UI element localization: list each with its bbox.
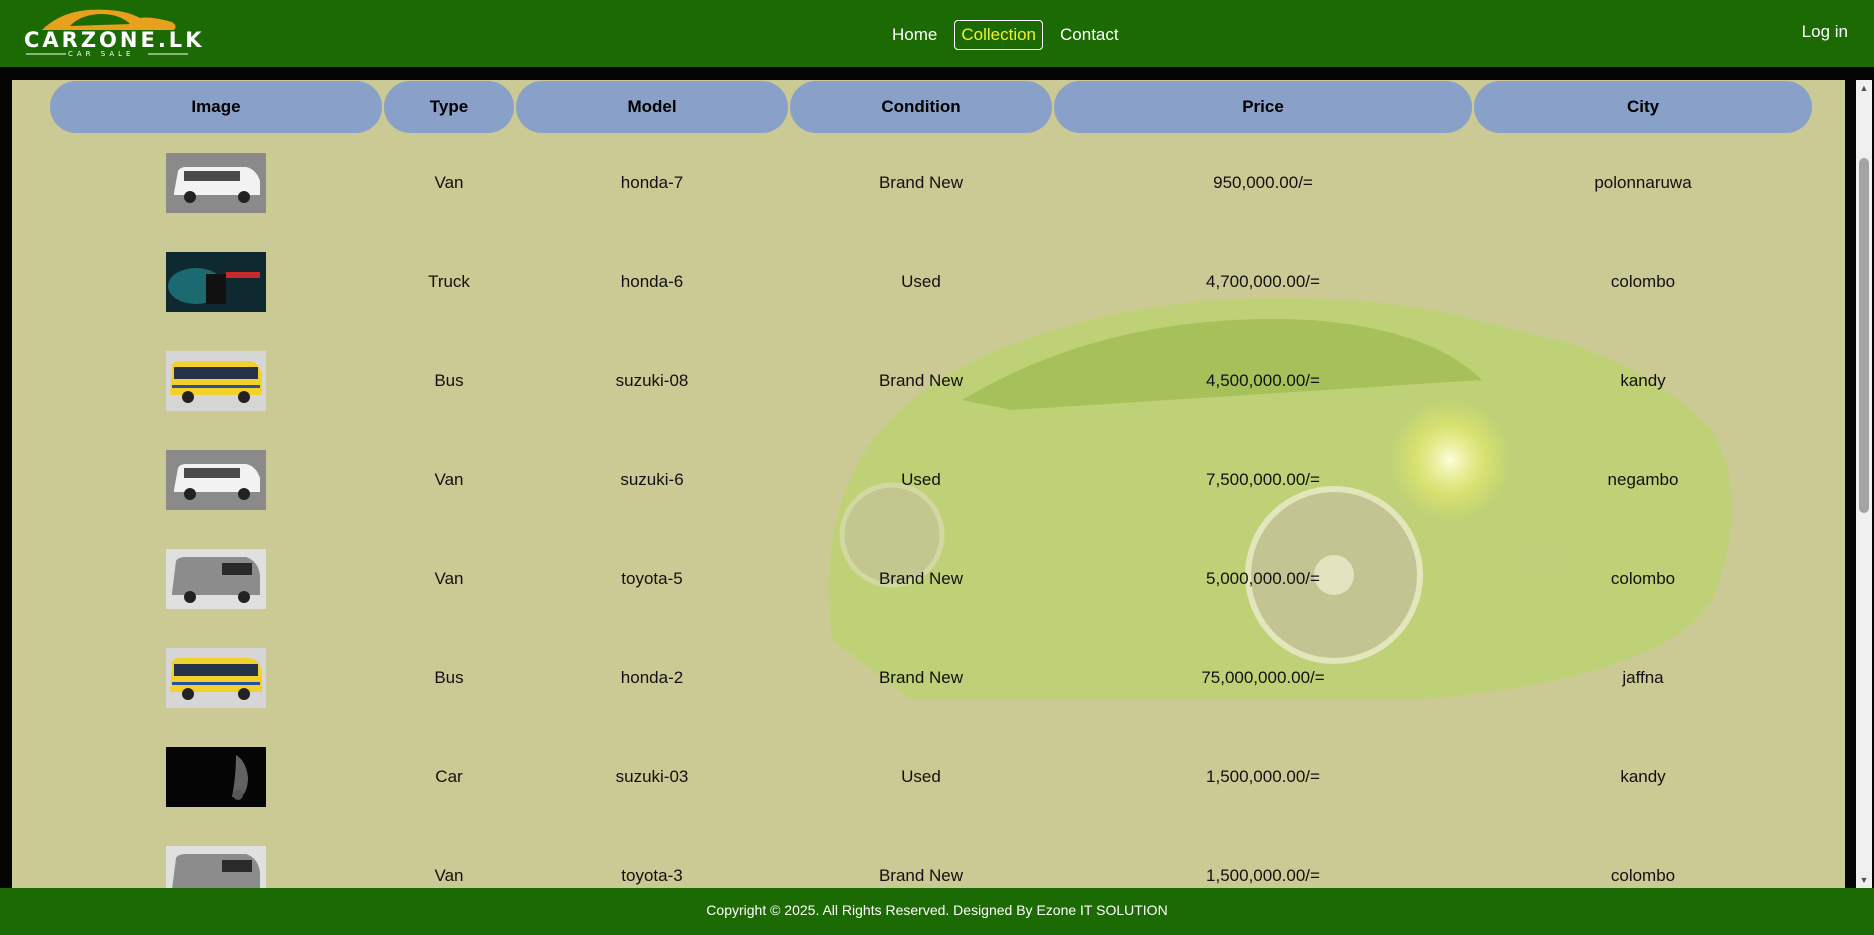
van-thumbnail xyxy=(166,152,266,213)
row-model: suzuki-08 xyxy=(615,370,689,390)
vehicle-table: Image Type Model Condition Price City Va… xyxy=(48,81,1814,888)
row-condition: Brand New xyxy=(878,172,964,192)
truck-thumbnail xyxy=(166,251,266,312)
van-thumbnail xyxy=(166,449,266,510)
row-condition: Used xyxy=(901,469,941,489)
header-image: Image xyxy=(50,81,382,133)
scroll-up-icon[interactable]: ▲ xyxy=(1856,80,1872,96)
page-scrollbar[interactable]: ▲ ▼ xyxy=(1856,80,1872,888)
row-price: 75,000,000.00/= xyxy=(1201,667,1325,687)
bus-thumbnail xyxy=(166,350,266,411)
table-row[interactable]: Truck honda-6 Used 4,700,000.00/= colomb… xyxy=(50,232,1812,331)
site-footer: Copyright © 2025. All Rights Reserved. D… xyxy=(0,888,1874,935)
header-type: Type xyxy=(384,81,514,133)
row-condition: Brand New xyxy=(878,568,964,588)
header-city: City xyxy=(1474,81,1812,133)
row-image-cell xyxy=(50,727,382,826)
login-link[interactable]: Log in xyxy=(1802,22,1848,42)
row-image-cell xyxy=(50,826,382,888)
row-model: toyota-3 xyxy=(621,865,683,885)
row-type: Bus xyxy=(434,667,464,687)
row-type: Truck xyxy=(428,271,470,291)
header-price: Price xyxy=(1054,81,1472,133)
nav-home[interactable]: Home xyxy=(885,20,944,50)
bus-thumbnail xyxy=(166,647,266,708)
header-model: Model xyxy=(516,81,788,133)
table-row[interactable]: Bus honda-2 Brand New 75,000,000.00/= ja… xyxy=(50,628,1812,727)
row-type: Van xyxy=(434,865,464,885)
main-nav: Home Collection Contact xyxy=(885,20,1136,50)
header-condition: Condition xyxy=(790,81,1052,133)
row-city: negambo xyxy=(1607,469,1679,489)
row-model: honda-7 xyxy=(620,172,684,192)
car-thumbnail xyxy=(166,746,266,807)
row-model: suzuki-03 xyxy=(615,766,689,786)
site-header: CARZONE.LK CAR SALE Home Collection Cont… xyxy=(0,0,1874,67)
row-type: Van xyxy=(434,469,464,489)
table-row[interactable]: Van honda-7 Brand New 950,000.00/= polon… xyxy=(50,133,1812,232)
nav-contact[interactable]: Contact xyxy=(1053,20,1126,50)
table-row[interactable]: Van suzuki-6 Used 7,500,000.00/= negambo xyxy=(50,430,1812,529)
row-city: kandy xyxy=(1620,766,1666,786)
row-model: honda-2 xyxy=(620,667,684,687)
table-row[interactable]: Bus suzuki-08 Brand New 4,500,000.00/= k… xyxy=(50,331,1812,430)
table-row[interactable]: Van toyota-5 Brand New 5,000,000.00/= co… xyxy=(50,529,1812,628)
row-condition: Brand New xyxy=(878,667,964,687)
van-thumbnail xyxy=(166,845,266,888)
row-city: colombo xyxy=(1610,865,1676,885)
row-price: 1,500,000.00/= xyxy=(1206,865,1320,885)
row-price: 5,000,000.00/= xyxy=(1206,568,1320,588)
footer-copyright: Copyright © 2025. All Rights Reserved. D… xyxy=(706,902,1168,918)
row-image-cell xyxy=(50,133,382,232)
logo-text: CARZONE.LK xyxy=(24,28,205,52)
row-price: 950,000.00/= xyxy=(1213,172,1313,192)
row-city: polonnaruwa xyxy=(1594,172,1692,192)
collection-panel: Image Type Model Condition Price City Va… xyxy=(12,80,1845,888)
logo-tagline: CAR SALE xyxy=(68,50,135,58)
row-price: 1,500,000.00/= xyxy=(1206,766,1320,786)
table-row[interactable]: Van toyota-3 Brand New 1,500,000.00/= co… xyxy=(50,826,1812,888)
nav-collection[interactable]: Collection xyxy=(954,20,1044,50)
row-model: toyota-5 xyxy=(621,568,683,588)
row-price: 7,500,000.00/= xyxy=(1206,469,1320,489)
row-city: jaffna xyxy=(1622,667,1664,687)
row-image-cell xyxy=(50,430,382,529)
row-city: colombo xyxy=(1610,568,1676,588)
row-image-cell xyxy=(50,628,382,727)
row-price: 4,500,000.00/= xyxy=(1206,370,1320,390)
row-condition: Brand New xyxy=(878,370,964,390)
scroll-thumb[interactable] xyxy=(1859,158,1869,513)
row-condition: Used xyxy=(901,271,941,291)
row-image-cell xyxy=(50,529,382,628)
row-type: Car xyxy=(435,766,463,786)
row-model: suzuki-6 xyxy=(620,469,684,489)
van-thumbnail xyxy=(166,548,266,609)
row-type: Bus xyxy=(434,370,464,390)
row-image-cell xyxy=(50,331,382,430)
row-type: Van xyxy=(434,568,464,588)
row-city: kandy xyxy=(1620,370,1666,390)
row-image-cell xyxy=(50,232,382,331)
row-condition: Used xyxy=(901,766,941,786)
row-city: colombo xyxy=(1610,271,1676,291)
row-type: Van xyxy=(434,172,464,192)
scroll-down-icon[interactable]: ▼ xyxy=(1856,872,1872,888)
row-price: 4,700,000.00/= xyxy=(1206,271,1320,291)
row-condition: Brand New xyxy=(878,865,964,885)
table-row[interactable]: Car suzuki-03 Used 1,500,000.00/= kandy xyxy=(50,727,1812,826)
row-model: honda-6 xyxy=(620,271,684,291)
site-logo[interactable]: CARZONE.LK CAR SALE xyxy=(22,6,201,58)
